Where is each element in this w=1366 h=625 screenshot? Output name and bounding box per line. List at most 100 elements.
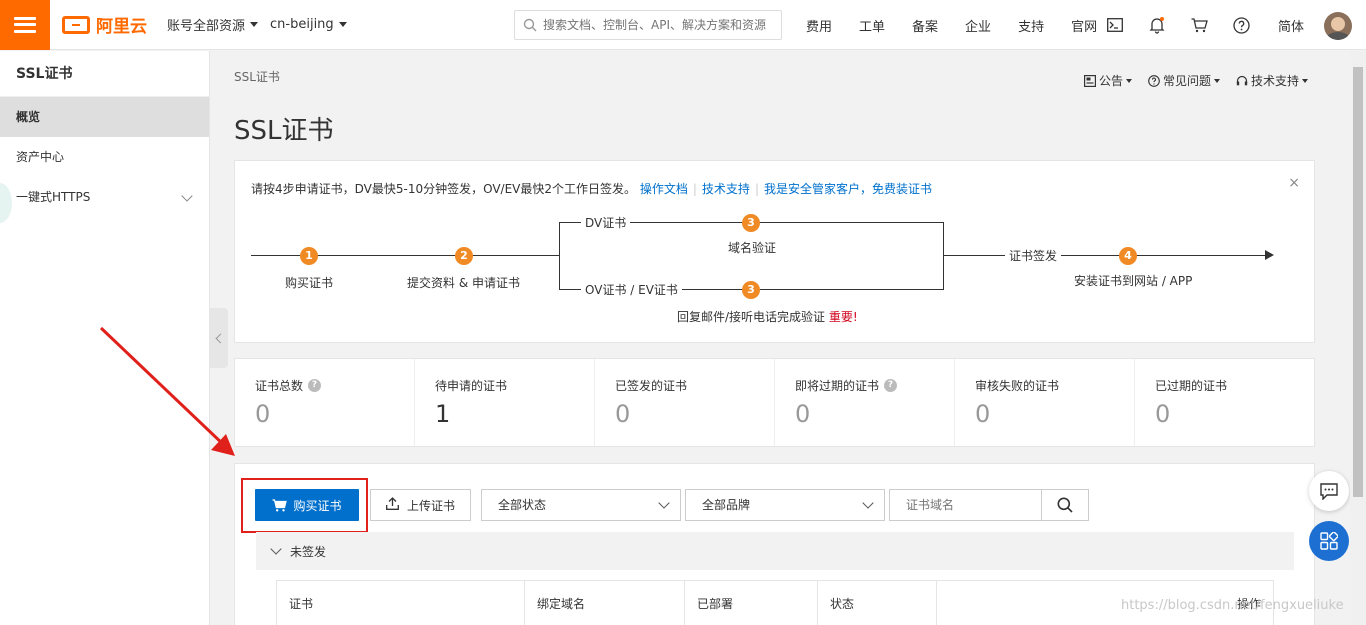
apps-button[interactable] (1309, 521, 1349, 561)
scrollbar-thumb[interactable] (1353, 67, 1363, 497)
global-search (514, 10, 782, 40)
avatar[interactable] (1324, 12, 1352, 40)
search-icon (1057, 497, 1073, 513)
stat-expired[interactable]: 已过期的证书 0 (1134, 359, 1314, 446)
stat-value: 0 (255, 400, 271, 428)
ov-ev-cert-label: OV证书 / EV证书 (581, 281, 682, 298)
status-select[interactable]: 全部状态 (481, 489, 681, 521)
buy-certificate-label: 购买证书 (293, 498, 342, 513)
top-icons: 简体 (1106, 0, 1304, 50)
breadcrumb[interactable]: SSL证书 (234, 68, 280, 85)
important-tag: 重要! (828, 310, 858, 324)
headset-icon (1236, 75, 1248, 85)
chat-button[interactable] (1309, 471, 1349, 511)
link-separator: | (692, 182, 697, 196)
faq-link[interactable]: 常见问题 (1148, 72, 1220, 89)
top-link-fees[interactable]: 费用 (806, 16, 832, 35)
caret-down-icon (1213, 78, 1220, 83)
caret-down-icon (250, 22, 259, 27)
step-label-3-dv: 域名验证 (728, 239, 777, 256)
bell-icon[interactable] (1148, 16, 1166, 34)
sidebar-item-asset-center[interactable]: 资产中心 (0, 137, 209, 177)
top-link-icp[interactable]: 备案 (912, 16, 938, 35)
tech-support-inline-link[interactable]: 技术支持 (702, 182, 750, 196)
sidebar-collapse-handle[interactable] (210, 308, 228, 368)
global-search-input[interactable] (543, 18, 781, 32)
stat-expiring[interactable]: 即将过期的证书? 0 (774, 359, 954, 446)
stat-issued[interactable]: 已签发的证书 0 (594, 359, 774, 446)
step-label-2: 提交资料 & 申请证书 (407, 274, 520, 291)
step-badge-4: 4 (1119, 247, 1137, 265)
upload-certificate-button[interactable]: 上传证书 (370, 489, 471, 521)
stat-label: 证书总数 (255, 379, 304, 393)
brand-select[interactable]: 全部品牌 (685, 489, 885, 521)
flow-line-main (251, 255, 559, 256)
tech-support-link[interactable]: 技术支持 (1236, 72, 1308, 89)
step-label-4: 安装证书到网站 / APP (1074, 272, 1193, 289)
stat-value: 0 (795, 400, 811, 428)
stat-label: 待申请的证书 (435, 379, 508, 393)
group-unissued-toggle[interactable]: 未签发 (256, 532, 1294, 570)
group-label: 未签发 (290, 544, 327, 559)
stat-label: 即将过期的证书 (795, 379, 880, 393)
help-icon[interactable]: ? (308, 379, 322, 392)
stat-total[interactable]: 证书总数? 0 (235, 359, 414, 446)
sidebar-item-label: 一键式HTTPS (16, 190, 91, 204)
stat-label: 审核失败的证书 (975, 379, 1060, 393)
language-switch[interactable]: 简体 (1278, 16, 1304, 35)
question-icon (1148, 74, 1160, 87)
column-header-deployed: 已部署 (685, 581, 818, 625)
help-icon[interactable]: ? (884, 379, 898, 392)
chevron-down-icon (181, 190, 193, 202)
faq-label: 常见问题 (1162, 74, 1211, 88)
flow-line-end (944, 255, 1266, 256)
region-dropdown-label: cn-beijing (270, 17, 334, 32)
buy-certificate-button[interactable]: 购买证书 (255, 489, 359, 521)
flow-line-join (943, 222, 944, 290)
top-link-official[interactable]: 官网 (1071, 16, 1097, 35)
announcement-icon (1083, 74, 1096, 87)
step-badge-3-ov: 3 (742, 281, 760, 299)
terminal-icon[interactable] (1106, 16, 1124, 34)
top-link-support[interactable]: 支持 (1018, 16, 1044, 35)
domain-search-input[interactable] (889, 489, 1041, 521)
upload-certificate-label: 上传证书 (406, 498, 455, 513)
help-icon[interactable] (1232, 16, 1250, 34)
step-badge-3-dv: 3 (742, 214, 760, 232)
aliyun-logo[interactable]: 阿里云 (62, 12, 147, 37)
cart-icon[interactable] (1190, 16, 1208, 34)
account-dropdown[interactable]: 账号全部资源 (167, 15, 259, 34)
sidebar-item-overview[interactable]: 概览 (0, 97, 209, 137)
announcement-label: 公告 (1098, 74, 1123, 88)
link-separator: | (754, 182, 759, 196)
menu-icon[interactable] (0, 0, 50, 50)
tech-support-label: 技术支持 (1250, 74, 1299, 88)
close-icon[interactable]: × (1288, 175, 1300, 191)
sidebar: SSL证书 概览 资产中心 一键式HTTPS (0, 51, 210, 625)
stat-label: 已签发的证书 (615, 379, 688, 393)
doc-link[interactable]: 操作文档 (640, 182, 688, 196)
help-links: 公告 常见问题 技术支持 (1068, 72, 1308, 89)
stat-pending[interactable]: 待申请的证书 1 (414, 359, 594, 446)
column-header-status: 状态 (818, 581, 937, 625)
sidebar-item-one-click-https[interactable]: 一键式HTTPS (0, 177, 209, 217)
stat-failed[interactable]: 审核失败的证书 0 (954, 359, 1134, 446)
stat-value: 0 (1155, 400, 1171, 428)
step-label-1: 购买证书 (285, 274, 334, 291)
stat-value: 0 (975, 400, 991, 428)
flow-line-split (559, 222, 560, 290)
step-badge-2: 2 (455, 247, 473, 265)
steps-intro: 请按4步申请证书，DV最快5-10分钟签发，OV/EV最快2个工作日签发。 操作… (251, 180, 932, 197)
announcement-link[interactable]: 公告 (1083, 72, 1132, 89)
apps-grid-icon (1320, 532, 1338, 550)
step-badge-1: 1 (300, 247, 318, 265)
chat-icon (1320, 482, 1338, 500)
search-button[interactable] (1041, 489, 1089, 521)
steps-guide-card: 请按4步申请证书，DV最快5-10分钟签发，OV/EV最快2个工作日签发。 操作… (234, 160, 1315, 343)
free-install-link[interactable]: 我是安全管家客户，免费装证书 (764, 182, 932, 196)
top-link-enterprise[interactable]: 企业 (965, 16, 991, 35)
region-dropdown[interactable]: cn-beijing (270, 17, 347, 32)
stat-label: 已过期的证书 (1155, 379, 1228, 393)
top-link-tickets[interactable]: 工单 (859, 16, 885, 35)
page-scrollbar[interactable] (1350, 51, 1366, 625)
